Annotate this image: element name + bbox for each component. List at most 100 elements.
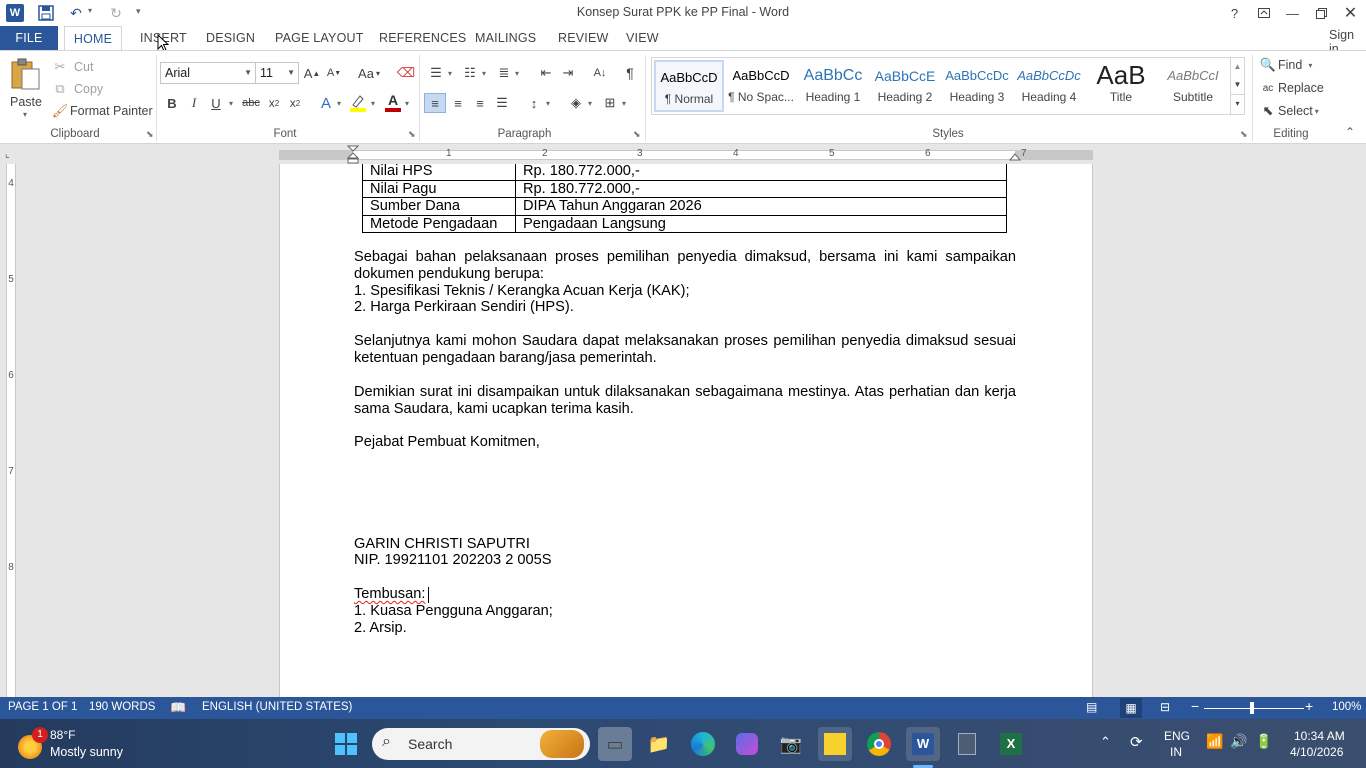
- align-right-icon[interactable]: ≡: [470, 93, 490, 113]
- show-hide-marks-icon[interactable]: ¶: [620, 63, 640, 83]
- line-spacing-dropdown-icon[interactable]: ▾: [546, 99, 550, 108]
- file-explorer-icon[interactable]: 📁: [642, 727, 676, 761]
- style-normal[interactable]: AaBbCcD ¶ Normal: [654, 60, 724, 112]
- borders-icon[interactable]: ⊞: [600, 93, 620, 113]
- text-effects-icon[interactable]: A: [316, 93, 336, 113]
- paragraph-3-line-2[interactable]: sama Saudara, kami ucapkan terima kasih.: [354, 401, 634, 418]
- close-icon[interactable]: ✕: [1336, 0, 1365, 26]
- style-heading-4[interactable]: AaBbCcDc Heading 4: [1014, 60, 1084, 112]
- paragraph-launcher-icon[interactable]: ⬊: [633, 129, 641, 140]
- font-color-icon[interactable]: A: [383, 93, 403, 113]
- style-no-spacing[interactable]: AaBbCcD ¶ No Spac...: [726, 60, 796, 112]
- help-button[interactable]: ?: [1220, 0, 1249, 26]
- tab-references[interactable]: REFERENCES: [371, 26, 474, 50]
- align-center-icon[interactable]: ≡: [448, 93, 468, 113]
- style-heading-1[interactable]: AaBbCc Heading 1: [798, 60, 868, 112]
- styles-more-icon[interactable]: ▾: [1231, 94, 1244, 112]
- paste-dropdown-icon[interactable]: ▾: [23, 110, 27, 119]
- show-hidden-icons[interactable]: ⌃: [1100, 734, 1111, 750]
- table-cell[interactable]: Sumber Dana: [362, 197, 516, 216]
- numbering-icon[interactable]: ☷: [460, 63, 480, 83]
- excel-icon[interactable]: X: [994, 727, 1028, 761]
- numbering-dropdown-icon[interactable]: ▾: [482, 69, 486, 78]
- bullets-dropdown-icon[interactable]: ▾: [448, 69, 452, 78]
- tab-home[interactable]: HOME: [64, 26, 122, 50]
- table-cell[interactable]: Nilai HPS: [362, 164, 516, 181]
- font-color-dropdown-icon[interactable]: ▾: [405, 99, 409, 108]
- ruler-bar[interactable]: [279, 150, 1093, 160]
- copilot-icon[interactable]: [730, 727, 764, 761]
- chrome-icon[interactable]: [862, 727, 896, 761]
- camera-icon[interactable]: 📷: [774, 727, 808, 761]
- shading-icon[interactable]: ◈: [566, 93, 586, 113]
- battery-icon[interactable]: 🔋: [1255, 733, 1272, 750]
- zoom-out-button[interactable]: −: [1191, 698, 1199, 714]
- table-cell[interactable]: Metode Pengadaan: [362, 214, 516, 233]
- tab-design[interactable]: DESIGN: [198, 26, 263, 50]
- minimize-icon[interactable]: —: [1278, 0, 1307, 26]
- language-bottom[interactable]: IN: [1170, 745, 1182, 759]
- print-layout-icon[interactable]: ▦: [1120, 698, 1142, 718]
- multilevel-dropdown-icon[interactable]: ▾: [515, 69, 519, 78]
- font-launcher-icon[interactable]: ⬊: [408, 129, 416, 140]
- tab-review[interactable]: REVIEW: [550, 26, 617, 50]
- scroll-up-icon[interactable]: ▲: [1231, 58, 1244, 76]
- sort-icon[interactable]: A↓: [590, 63, 610, 83]
- zoom-slider-thumb[interactable]: [1250, 702, 1254, 714]
- highlight-color-icon[interactable]: [348, 93, 368, 113]
- bullets-icon[interactable]: ☰: [426, 63, 446, 83]
- decrease-indent-icon[interactable]: ⇤: [536, 63, 556, 83]
- proofing-icon[interactable]: 📖: [170, 700, 186, 716]
- styles-launcher-icon[interactable]: ⬊: [1240, 129, 1248, 140]
- bold-icon[interactable]: B: [162, 93, 182, 113]
- font-family-combo[interactable]: Arial ▼: [160, 62, 256, 84]
- tab-selector-icon[interactable]: ⌞: [5, 149, 17, 161]
- document-page[interactable]: Nilai HPS Rp. 180.772.000,- Nilai Pagu R…: [279, 164, 1093, 704]
- font-size-combo[interactable]: 11 ▼: [255, 62, 299, 84]
- list-item[interactable]: 1. Spesifikasi Teknis / Kerangka Acuan K…: [354, 283, 690, 300]
- format-painter-button[interactable]: 🖌 Format Painter: [50, 101, 153, 121]
- underline-dropdown-icon[interactable]: ▾: [229, 99, 233, 108]
- tab-mailings[interactable]: MAILINGS: [467, 26, 544, 50]
- ribbon-display-options-icon[interactable]: [1249, 0, 1278, 26]
- multilevel-list-icon[interactable]: ≣: [494, 63, 514, 83]
- wifi-icon[interactable]: 📶: [1206, 733, 1223, 750]
- signer-nip[interactable]: NIP. 19921101 202203 2 005S: [354, 552, 551, 569]
- align-left-icon[interactable]: ≡: [424, 93, 446, 113]
- tab-view[interactable]: VIEW: [618, 26, 667, 50]
- zoom-slider-track[interactable]: [1204, 708, 1304, 709]
- cc-item[interactable]: 1. Kuasa Pengguna Anggaran;: [354, 603, 553, 620]
- vertical-ruler-bar[interactable]: [6, 164, 16, 697]
- sync-icon[interactable]: ⟳: [1130, 733, 1143, 751]
- grow-font-icon[interactable]: A ▲: [302, 63, 322, 83]
- tab-file[interactable]: FILE: [0, 26, 58, 50]
- justify-icon[interactable]: ☰: [492, 93, 512, 113]
- volume-icon[interactable]: 🔊: [1230, 733, 1247, 750]
- line-spacing-icon[interactable]: ↕: [524, 93, 544, 113]
- paste-button[interactable]: Paste ▾: [8, 55, 44, 119]
- style-heading-3[interactable]: AaBbCcDc Heading 3: [942, 60, 1012, 112]
- select-button[interactable]: ⬉ Select ▾: [1258, 101, 1319, 121]
- collapse-ribbon-icon[interactable]: ⌃: [1345, 125, 1355, 139]
- signer-name[interactable]: GARIN CHRISTI SAPUTRI: [354, 536, 530, 553]
- shrink-font-icon[interactable]: A ▼: [324, 63, 344, 83]
- cut-button[interactable]: ✂ Cut: [50, 57, 94, 77]
- borders-dropdown-icon[interactable]: ▾: [622, 99, 626, 108]
- list-item[interactable]: 2. Harga Perkiraan Sendiri (HPS).: [354, 299, 574, 316]
- clipboard-launcher-icon[interactable]: ⬊: [146, 129, 154, 140]
- highlight-dropdown-icon[interactable]: ▾: [371, 99, 375, 108]
- cc-item[interactable]: 2. Arsip.: [354, 620, 407, 637]
- table-cell[interactable]: Nilai Pagu: [362, 179, 516, 198]
- windows-start-icon[interactable]: [335, 733, 357, 755]
- clock-date[interactable]: 4/10/2026: [1290, 745, 1343, 759]
- word-taskbar-icon[interactable]: W: [906, 727, 940, 761]
- table-cell[interactable]: DIPA Tahun Anggaran 2026: [515, 197, 1007, 216]
- paragraph-1-line-2[interactable]: dokumen pendukung berupa:: [354, 266, 1016, 283]
- read-mode-icon[interactable]: ▤: [1086, 700, 1097, 714]
- info-table[interactable]: Nilai HPS Rp. 180.772.000,- Nilai Pagu R…: [362, 164, 1007, 233]
- zoom-level[interactable]: 100%: [1332, 701, 1361, 713]
- replace-button[interactable]: ac Replace: [1258, 78, 1324, 98]
- web-layout-icon[interactable]: ⊟: [1160, 700, 1170, 714]
- weather-widget[interactable]: 1: [14, 727, 48, 759]
- page-count[interactable]: PAGE 1 OF 1: [8, 701, 77, 713]
